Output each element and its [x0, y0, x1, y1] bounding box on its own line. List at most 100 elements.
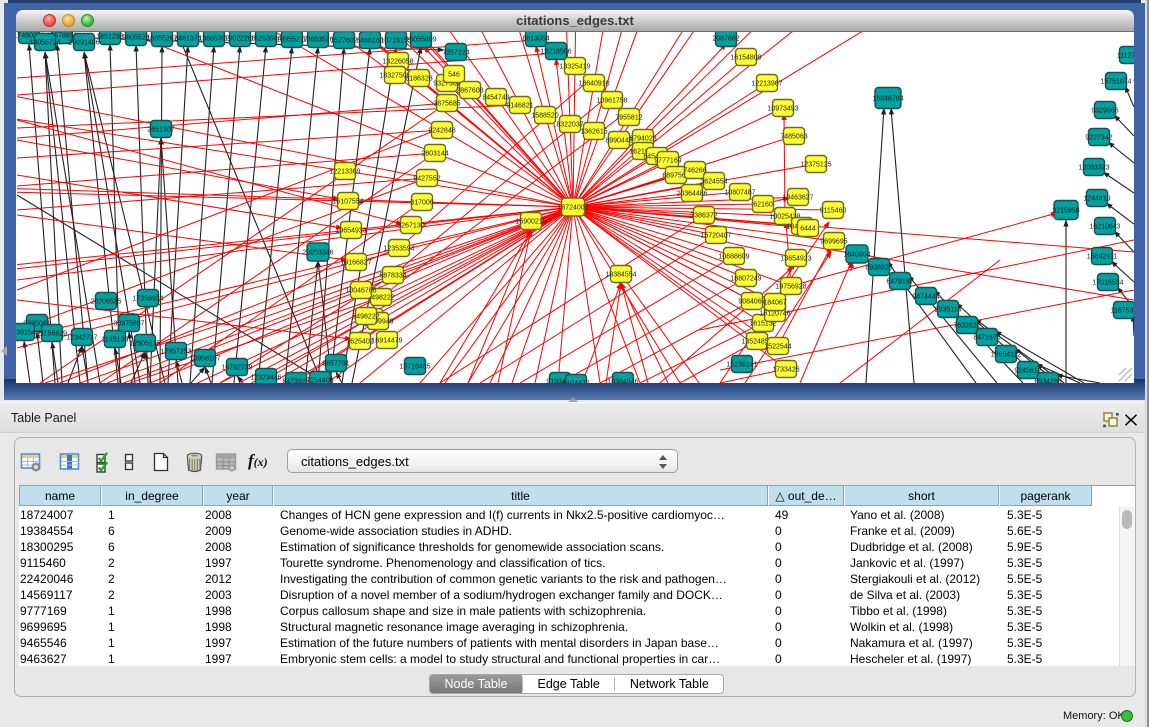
svg-text:9474444: 9474444 — [912, 294, 939, 301]
svg-text:6794028: 6794028 — [629, 136, 656, 143]
svg-text:16210643: 16210643 — [1089, 224, 1120, 231]
svg-text:1167532: 1167532 — [1111, 308, 1134, 315]
svg-text:19218506: 19218506 — [540, 49, 571, 56]
svg-text:19384554: 19384554 — [605, 272, 636, 279]
svg-text:17359934: 17359934 — [132, 296, 163, 303]
svg-text:15692911: 15692911 — [1087, 254, 1118, 261]
svg-text:6934280: 6934280 — [1034, 379, 1061, 384]
svg-text:8471676: 8471676 — [973, 335, 1000, 342]
svg-text:1588520: 1588520 — [531, 113, 558, 120]
svg-text:15236141: 15236141 — [726, 362, 757, 369]
svg-text:16914479: 16914479 — [371, 338, 402, 345]
svg-text:5878334: 5878334 — [379, 273, 406, 280]
svg-text:20091406: 20091406 — [68, 40, 99, 47]
svg-text:5498222: 5498222 — [352, 314, 379, 321]
svg-text:12505135: 12505135 — [129, 341, 160, 348]
svg-text:7485063: 7485063 — [780, 134, 807, 141]
svg-text:184067: 184067 — [763, 300, 786, 307]
svg-text:8938923: 8938923 — [865, 265, 892, 272]
svg-text:12342737: 12342737 — [66, 335, 97, 342]
svg-text:2867608: 2867608 — [456, 88, 483, 95]
svg-text:13226058: 13226058 — [382, 59, 413, 66]
svg-text:10688609: 10688609 — [718, 254, 749, 261]
svg-text:16154808: 16154808 — [730, 55, 761, 62]
svg-text:19166827: 19166827 — [340, 260, 371, 267]
svg-text:9857791: 9857791 — [322, 361, 349, 368]
svg-text:8454749: 8454749 — [482, 95, 509, 102]
svg-text:11156829: 11156829 — [37, 331, 67, 338]
svg-text:62160: 62160 — [753, 202, 773, 209]
svg-text:12375125: 12375125 — [800, 162, 831, 169]
svg-text:1527602: 1527602 — [330, 38, 357, 45]
svg-text:12213369: 12213369 — [329, 169, 360, 176]
svg-text:746266: 746266 — [683, 168, 706, 175]
svg-text:16120746: 16120746 — [759, 311, 790, 318]
svg-text:13325419: 13325419 — [559, 64, 590, 71]
svg-text:12213967: 12213967 — [751, 81, 782, 88]
svg-text:17957253: 17957253 — [160, 349, 191, 356]
svg-text:19756928: 19756928 — [775, 284, 806, 291]
svg-text:15900215: 15900215 — [515, 219, 546, 226]
svg-text:1362615: 1362615 — [580, 129, 607, 136]
svg-text:10961758: 10961758 — [596, 98, 627, 105]
svg-text:20206535: 20206535 — [90, 299, 121, 306]
svg-text:8322037: 8322037 — [556, 122, 583, 129]
svg-text:14055724: 14055724 — [29, 40, 60, 47]
svg-text:19654933: 19654933 — [335, 228, 366, 235]
svg-text:7357224: 7357224 — [442, 50, 469, 57]
svg-text:12323446: 12323446 — [250, 375, 281, 382]
svg-text:20364486: 20364486 — [676, 191, 707, 198]
svg-text:2651307: 2651307 — [147, 127, 174, 134]
svg-text:3267130: 3267130 — [397, 223, 424, 230]
svg-text:3875685: 3875685 — [433, 101, 460, 108]
svg-text:20053346: 20053346 — [302, 250, 333, 257]
svg-text:1244419: 1244419 — [1083, 196, 1110, 203]
svg-text:9115460: 9115460 — [820, 208, 847, 215]
svg-text:17016534: 17016534 — [1092, 280, 1123, 287]
svg-text:6444: 6444 — [800, 226, 816, 233]
svg-text:10807487: 10807487 — [724, 190, 755, 197]
svg-text:7632621: 7632621 — [953, 323, 980, 330]
svg-text:16848784: 16848784 — [872, 96, 903, 103]
svg-text:18807249: 18807249 — [730, 276, 761, 283]
svg-text:9245612: 9245612 — [1014, 368, 1041, 375]
svg-text:2935114: 2935114 — [935, 307, 962, 314]
svg-text:16055809: 16055809 — [405, 37, 436, 44]
svg-text:12093323: 12093323 — [1078, 165, 1109, 172]
svg-text:18724007: 18724007 — [557, 205, 588, 212]
svg-text:9227342: 9227342 — [1085, 135, 1112, 142]
svg-text:9329966: 9329966 — [1091, 108, 1118, 115]
svg-text:16107554: 16107554 — [332, 199, 363, 206]
svg-text:2087682: 2087682 — [712, 36, 739, 43]
svg-text:1640954: 1640954 — [843, 252, 870, 259]
svg-text:546: 546 — [448, 72, 460, 79]
svg-text:7625402: 7625402 — [346, 339, 373, 346]
svg-text:16055267: 16055267 — [146, 36, 177, 43]
svg-text:317006: 317006 — [410, 200, 433, 207]
svg-text:1733426: 1733426 — [772, 367, 799, 374]
svg-text:1851298: 1851298 — [96, 34, 123, 41]
svg-text:12353594: 12353594 — [383, 246, 414, 253]
svg-text:1112733: 1112733 — [1117, 53, 1134, 60]
svg-text:10384546: 10384546 — [607, 379, 638, 384]
svg-text:10653526: 10653526 — [302, 37, 333, 44]
svg-text:15720407: 15720407 — [700, 233, 731, 240]
svg-text:10958107: 10958107 — [189, 356, 220, 363]
svg-text:16782759: 16782759 — [221, 365, 252, 372]
svg-text:10046766: 10046766 — [345, 288, 376, 295]
svg-text:8186328: 8186328 — [405, 76, 432, 83]
svg-text:6479197: 6479197 — [886, 279, 913, 286]
svg-text:10973493: 10973493 — [767, 106, 798, 113]
svg-text:2803144: 2803144 — [421, 151, 448, 158]
svg-text:1522544: 1522544 — [764, 344, 791, 351]
svg-text:30975867: 30975867 — [113, 321, 144, 328]
svg-text:8104477: 8104477 — [562, 381, 589, 384]
svg-text:939154: 939154 — [16, 330, 36, 337]
svg-text:7955812: 7955812 — [615, 115, 642, 122]
svg-text:19463627: 19463627 — [782, 195, 813, 202]
svg-text:8813054: 8813054 — [522, 36, 549, 43]
svg-text:1145193: 1145193 — [102, 337, 129, 344]
svg-text:15751074: 15751074 — [1100, 79, 1131, 86]
svg-text:3215958: 3215958 — [1052, 208, 1079, 215]
svg-text:13654923: 13654923 — [780, 256, 811, 263]
